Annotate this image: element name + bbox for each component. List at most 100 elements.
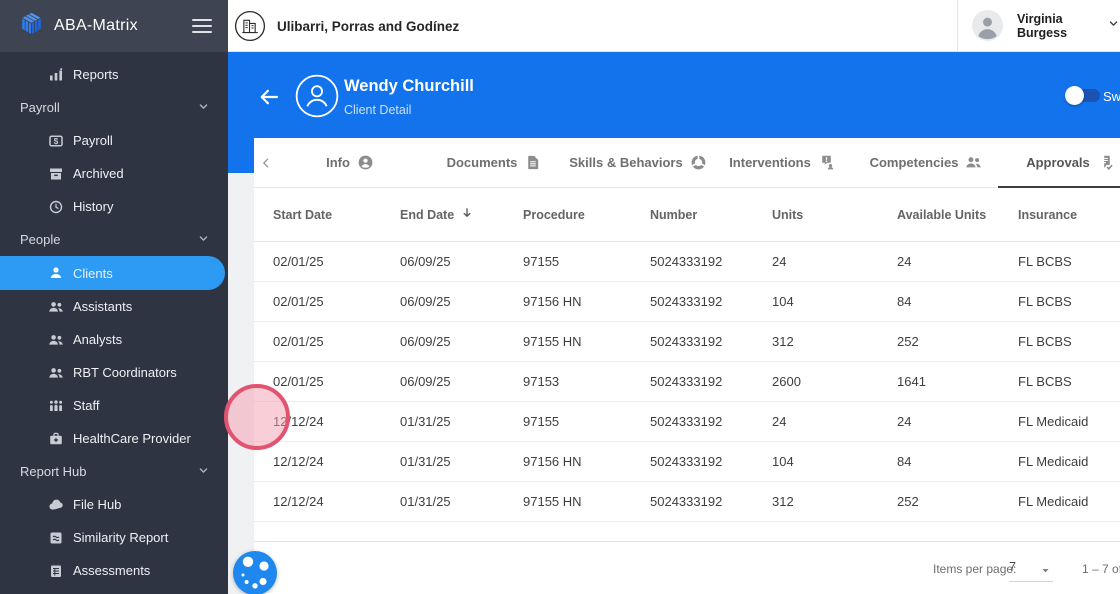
tab-bar: Info Documents Skills & Behaviors Intervent… bbox=[254, 138, 1120, 188]
sidebar-item-analysts[interactable]: Analysts bbox=[0, 323, 228, 356]
table-cell: 24 bbox=[897, 254, 912, 269]
archive-icon bbox=[48, 166, 64, 182]
column-label: Units bbox=[772, 207, 804, 222]
sidebar-item-label: Analysts bbox=[73, 332, 123, 347]
chevron-down-icon bbox=[197, 232, 210, 248]
sidebar-header: ABA-Matrix bbox=[0, 0, 228, 52]
column-header-units[interactable]: Units bbox=[772, 208, 897, 222]
sidebar-section-people[interactable]: People bbox=[0, 223, 228, 256]
tab-label: Documents bbox=[446, 155, 518, 170]
tab-interventions[interactable]: Interventions bbox=[710, 138, 854, 187]
sidebar-item-reports[interactable]: Reports bbox=[0, 58, 228, 91]
header-toggle-switch[interactable] bbox=[1065, 86, 1100, 105]
column-header-insurance[interactable]: Insurance bbox=[1018, 208, 1120, 222]
history-icon bbox=[48, 199, 64, 215]
column-label: Insurance bbox=[1018, 207, 1078, 222]
chart-icon bbox=[48, 67, 64, 83]
account-icon bbox=[357, 154, 374, 171]
tab-info[interactable]: Info bbox=[278, 138, 422, 187]
back-button[interactable] bbox=[258, 86, 280, 108]
table-cell: 24 bbox=[897, 414, 912, 429]
company-name: Ulibarri, Porras and Godínez bbox=[277, 18, 460, 34]
sidebar-item-monthly-report[interactable]: Monthly Report bbox=[0, 587, 228, 594]
user-avatar bbox=[972, 10, 1003, 41]
table-header-row: Start Date End Date Procedure Number Units Av… bbox=[254, 188, 1120, 242]
table-cell: FL Medicaid bbox=[1018, 454, 1089, 469]
table-cell: 5024333192 bbox=[650, 414, 723, 429]
client-detail-card: Info Documents Skills & Behaviors Intervent… bbox=[254, 138, 1120, 594]
sidebar-item-healthcare-provider[interactable]: HealthCare Provider bbox=[0, 422, 228, 455]
table-cell: FL BCBS bbox=[1018, 374, 1072, 389]
company-building-icon bbox=[234, 10, 266, 42]
tab-approvals[interactable]: Approvals bbox=[998, 138, 1120, 188]
sidebar-section-payroll[interactable]: Payroll bbox=[0, 91, 228, 124]
people-icon bbox=[48, 299, 64, 315]
page-title: Wendy Churchill bbox=[344, 77, 474, 95]
table-cell: 97155 bbox=[523, 414, 560, 429]
user-menu[interactable]: Virginia Burgess bbox=[972, 10, 1120, 41]
items-per-page-label: Items per page: bbox=[933, 562, 1017, 576]
items-per-page-select[interactable]: 7 bbox=[1009, 560, 1053, 582]
column-header-end-date[interactable]: End Date bbox=[400, 206, 523, 223]
table-row[interactable]: 02/01/25 06/09/25 97155 HN 5024333192 312 252… bbox=[254, 322, 1120, 362]
sidebar-item-clients[interactable]: Clients bbox=[0, 256, 225, 290]
page-range-label: 1 – 7 of 1 bbox=[1082, 562, 1120, 576]
table-cell: 06/09/25 bbox=[400, 334, 451, 349]
cloud-icon bbox=[48, 497, 64, 513]
sidebar-item-assessments[interactable]: Assessments bbox=[0, 554, 228, 587]
table-cell: 1641 bbox=[897, 374, 926, 389]
table-cell: 01/31/25 bbox=[400, 414, 451, 429]
column-header-number[interactable]: Number bbox=[650, 208, 772, 222]
table-cell: 2600 bbox=[772, 374, 801, 389]
items-per-page-value: 7 bbox=[1009, 560, 1016, 574]
sidebar-item-label: Payroll bbox=[73, 133, 113, 148]
table-cell: 252 bbox=[897, 334, 919, 349]
table-cell: FL BCBS bbox=[1018, 294, 1072, 309]
table-cell: 97156 HN bbox=[523, 454, 582, 469]
table-row[interactable]: 02/01/25 06/09/25 97156 HN 5024333192 104 84 F… bbox=[254, 282, 1120, 322]
sidebar-item-archived[interactable]: Archived bbox=[0, 157, 228, 190]
table-row[interactable]: 12/12/24 01/31/25 97155 HN 5024333192 312 252… bbox=[254, 482, 1120, 522]
table-row[interactable]: 02/01/25 06/09/25 97153 5024333192 2600 1641 F… bbox=[254, 362, 1120, 402]
table-row[interactable]: 02/01/25 06/09/25 97155 5024333192 24 24 FL BC… bbox=[254, 242, 1120, 282]
sidebar-item-rbt-coordinators[interactable]: RBT Coordinators bbox=[0, 356, 228, 389]
sidebar-item-payroll[interactable]: $ Payroll bbox=[0, 124, 228, 157]
chevron-down-icon bbox=[1107, 17, 1120, 35]
table-cell: 5024333192 bbox=[650, 454, 723, 469]
sidebar-section-report-hub[interactable]: Report Hub bbox=[0, 455, 228, 488]
column-header-procedure[interactable]: Procedure bbox=[523, 208, 650, 222]
table-row[interactable]: 12/12/24 01/31/25 97155 5024333192 24 24 FL Me… bbox=[254, 402, 1120, 442]
person-icon bbox=[48, 265, 64, 281]
tab-scroll-left-button[interactable] bbox=[254, 138, 278, 187]
sidebar-item-similarity-report[interactable]: Similarity Report bbox=[0, 521, 228, 554]
tab-documents[interactable]: Documents bbox=[422, 138, 566, 187]
table-cell: 06/09/25 bbox=[400, 374, 451, 389]
sidebar-item-assistants[interactable]: Assistants bbox=[0, 290, 228, 323]
tab-competencies[interactable]: Competencies bbox=[854, 138, 998, 187]
table-cell: 97155 HN bbox=[523, 494, 582, 509]
sidebar: ABA-Matrix Reports Payroll $ Payroll Archive… bbox=[0, 0, 228, 594]
table-cell: 12/12/24 bbox=[273, 494, 324, 509]
table-cell: 24 bbox=[772, 254, 787, 269]
user-name: Virginia Burgess bbox=[1017, 11, 1068, 40]
spinner-fab-button[interactable] bbox=[233, 551, 277, 594]
table-cell: FL Medicaid bbox=[1018, 414, 1089, 429]
table-cell: 104 bbox=[772, 294, 794, 309]
table-body: 02/01/25 06/09/25 97155 5024333192 24 24 FL BC… bbox=[254, 242, 1120, 522]
sort-arrow-down-icon bbox=[460, 206, 474, 223]
paginator: Items per page: 7 1 – 7 of 1 bbox=[254, 541, 1120, 593]
tab-skills-behaviors[interactable]: Skills & Behaviors bbox=[566, 138, 710, 187]
approvals-icon bbox=[1097, 154, 1114, 171]
menu-hamburger-icon[interactable] bbox=[192, 15, 212, 37]
column-header-available-units[interactable]: Available Units bbox=[897, 208, 1018, 222]
sidebar-item-history[interactable]: History bbox=[0, 190, 228, 223]
column-header-start-date[interactable]: Start Date bbox=[273, 208, 400, 222]
people2-icon bbox=[965, 154, 982, 171]
sidebar-item-label: Staff bbox=[73, 398, 100, 413]
table-row[interactable]: 12/12/24 01/31/25 97156 HN 5024333192 104 84 F… bbox=[254, 442, 1120, 482]
client-avatar-icon bbox=[295, 74, 339, 118]
sidebar-item-staff[interactable]: Staff bbox=[0, 389, 228, 422]
sidebar-item-file-hub[interactable]: File Hub bbox=[0, 488, 228, 521]
column-label: Number bbox=[650, 207, 698, 222]
table-cell: 252 bbox=[897, 494, 919, 509]
